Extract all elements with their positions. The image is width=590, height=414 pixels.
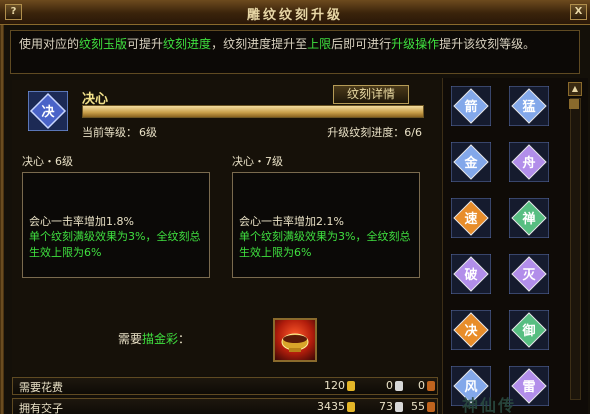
scrollbar-track[interactable] [570,98,581,400]
rune-tile-char: 破 [464,267,477,283]
desc-hl-upgrade: 升级操作 [391,37,440,51]
rune-tile-char: 御 [521,323,535,339]
requirement-item-name: 描金彩 [142,332,179,346]
upgrade-progress-value: 6/6 [404,126,422,139]
close-button[interactable]: X [570,4,587,20]
rune-tile-char: 灭 [521,268,536,283]
current-level-title: 决心・6级 [22,155,73,168]
desc-text-2: 可提升 [127,37,164,51]
upgrade-progress: 升级纹刻进度：6/6 [300,124,422,140]
cost-row-own: 拥有交子 3435 73 55 [12,398,438,414]
gold-coin-icon [347,381,355,391]
rune-tile-char: 箭 [464,99,477,115]
current-effect-box: 会心一击率增加1.8% 单个纹刻满级效果为3%，全纹刻总生效上限为6% [22,172,210,278]
current-level-value: 6级 [139,126,157,139]
scroll-up-button[interactable]: ▲ [568,82,582,96]
cost-row-need: 需要花费 120 0 0 [12,377,438,395]
progress-bar [82,105,424,118]
rune-tile-char: 舟 [522,155,535,171]
help-button[interactable]: ? [5,4,22,20]
rune-tile-char: 猛 [521,99,535,115]
cost-need-silver: 0 [386,379,393,392]
rune-icon: 决 [28,91,68,131]
rune-tile-10[interactable]: 御 [509,310,549,350]
current-level-label: 当前等级： [82,126,137,139]
silver-coin-icon [395,402,403,412]
desc-text-1: 使用对应的 [19,37,80,51]
current-effect: 会心一击率增加1.8% [29,215,134,228]
current-level: 当前等级： 6级 [82,124,157,140]
next-effect: 会心一击率增加2.1% [239,215,344,228]
rune-detail-button[interactable]: 纹刻详情 [333,85,409,104]
requirement-suffix: ： [178,332,191,346]
required-item-slot[interactable] [273,318,317,362]
rune-list-panel [442,78,588,414]
gold-coin-icon [347,402,355,412]
progress-fill [83,106,423,117]
rune-tile-6[interactable]: 禅 [509,198,549,238]
requirement-label: 需要描金彩： [118,330,190,347]
rune-icon-char: 决 [41,104,55,120]
window-title: 雕纹纹刻升级 [246,8,343,23]
rune-tile-7[interactable]: 破 [451,254,491,294]
rune-tile-9[interactable]: 决 [451,310,491,350]
rune-tile-8[interactable]: 灭 [509,254,549,294]
cost-own-gold: 3435 [317,400,345,413]
rune-tile-4[interactable]: 舟 [509,142,549,182]
rune-tile-char: 决 [464,323,478,339]
cost-need-bronze: 0 [418,379,425,392]
cost-own-silver: 73 [379,400,393,413]
gold-bowl-icon [281,333,309,352]
upgrade-progress-label: 升级纹刻进度： [327,126,405,139]
silver-coin-icon [395,381,403,391]
rune-tile-2[interactable]: 猛 [509,86,549,126]
window-frame [0,24,4,414]
rune-tile-char: 禅 [521,211,535,227]
cost-need-gold: 120 [324,379,345,392]
rune-tile-3[interactable]: 金 [451,142,491,182]
desc-hl-jade: 纹刻玉版 [79,37,128,51]
title-bar[interactable]: 雕纹纹刻升级 ? X [0,0,590,25]
bronze-coin-icon [427,381,435,391]
cost-own-label: 拥有交子 [19,402,63,414]
cost-need-label: 需要花费 [19,381,63,394]
desc-text-5: 提升该纹刻等级。 [439,37,536,51]
rune-tile-char: 雷 [522,379,535,395]
next-level-title: 决心・7级 [232,155,283,168]
next-effect-box: 会心一击率增加2.1% 单个纹刻满级效果为3%，全纹刻总生效上限为6% [232,172,420,278]
requirement-prefix: 需要 [118,332,143,346]
cost-own-bronze: 55 [411,400,425,413]
upgrade-window: 雕纹纹刻升级 ? X 使用对应的纹刻玉版可提升纹刻进度，纹刻进度提升至上限后即可… [0,0,590,414]
next-note: 单个纹刻满级效果为3%，全纹刻总生效上限为6% [239,230,411,259]
desc-text-3: ，纹刻进度提升至 [211,37,308,51]
watermark: 神仙传 [462,396,517,414]
description-panel: 使用对应的纹刻玉版可提升纹刻进度，纹刻进度提升至上限后即可进行升级操作提升该纹刻… [10,30,580,74]
scrollbar-thumb[interactable] [569,99,579,109]
rune-tile-char: 金 [463,155,478,171]
desc-hl-progress: 纹刻进度 [163,37,212,51]
current-note: 单个纹刻满级效果为3%，全纹刻总生效上限为6% [29,230,201,259]
desc-hl-limit: 上限 [307,37,332,51]
rune-tile-char: 速 [464,211,477,227]
rune-tile-5[interactable]: 速 [451,198,491,238]
rune-tile-1[interactable]: 箭 [451,86,491,126]
bronze-coin-icon [427,402,435,412]
desc-text-4: 后即可进行 [331,37,392,51]
